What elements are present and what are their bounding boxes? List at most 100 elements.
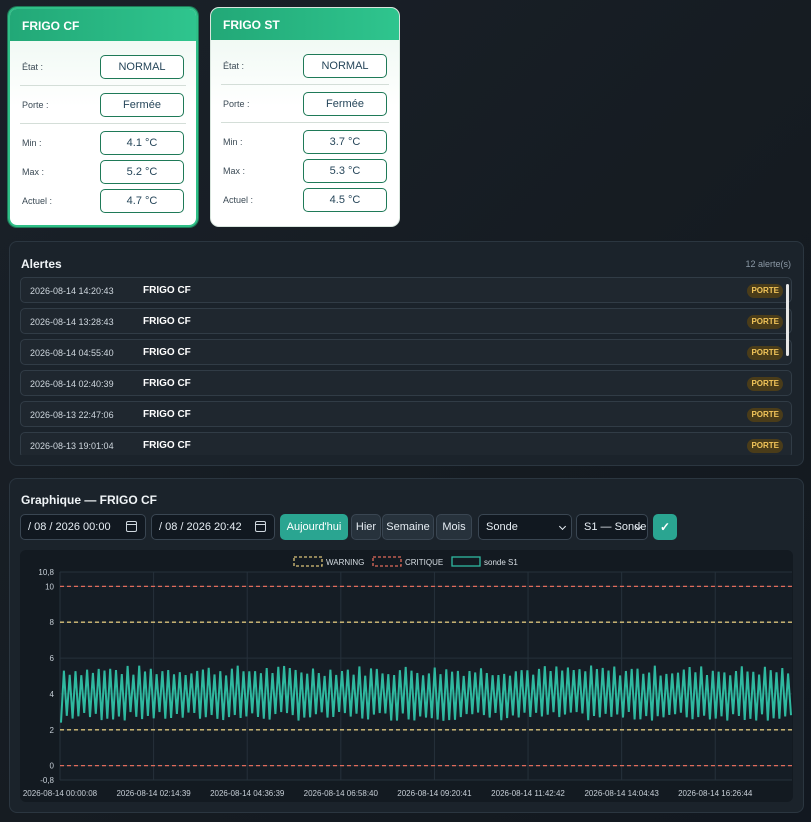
- device-field-label: Min :: [22, 138, 42, 148]
- legend-label: sonde S1: [484, 558, 518, 567]
- month-button[interactable]: Mois: [436, 514, 472, 540]
- date-to-input[interactable]: / 08 / 2026 20:42: [151, 514, 275, 540]
- calendar-icon[interactable]: [126, 521, 137, 532]
- alert-row[interactable]: 2026-08-14 02:40:39 FRIGO CF PORTE: [20, 370, 792, 396]
- device-card-row: État : NORMAL: [211, 53, 399, 79]
- device-field-value: 3.7 °C: [303, 130, 387, 154]
- y-tick-label: 10,8: [38, 568, 54, 577]
- device-field-value: 4.1 °C: [100, 131, 184, 155]
- alerts-list[interactable]: 2026-08-14 14:20:43 FRIGO CF PORTE 2026-08-…: [20, 277, 792, 455]
- device-field-value: 5.3 °C: [303, 159, 387, 183]
- alerts-panel: Alertes 12 alerte(s) 2026-08-14 14:20:43…: [9, 241, 804, 466]
- device-field-value: 4.7 °C: [100, 189, 184, 213]
- date-to-value: / 08 / 2026 20:42: [159, 521, 242, 533]
- device-field-label: Porte :: [223, 99, 250, 109]
- device-field-label: Actuel :: [223, 195, 254, 205]
- source-select-value: Sonde: [486, 521, 518, 533]
- device-field-value: NORMAL: [303, 54, 387, 78]
- device-field-value: NORMAL: [100, 55, 184, 79]
- device-card-row: État : NORMAL: [10, 54, 196, 80]
- alert-device: FRIGO CF: [143, 347, 191, 358]
- y-tick-label: 6: [50, 654, 55, 663]
- x-tick-label: 2026-08-14 00:00:08: [23, 789, 98, 798]
- device-field-label: Actuel :: [22, 196, 53, 206]
- x-tick-label: 2026-08-14 11:42:42: [491, 789, 565, 798]
- alert-type-badge: PORTE: [747, 439, 783, 453]
- alert-type-badge: PORTE: [747, 377, 783, 391]
- device-field-value: 4.5 °C: [303, 188, 387, 212]
- device-card[interactable]: FRIGO ST État : NORMAL Porte : Fermée Min : 3.…: [210, 7, 400, 227]
- alert-time: 2026-08-13 19:01:04: [30, 441, 114, 451]
- device-field-label: Min :: [223, 137, 243, 147]
- device-field-value: 5.2 °C: [100, 160, 184, 184]
- x-tick-label: 2026-08-14 02:14:39: [116, 789, 191, 798]
- legend-swatch: [372, 556, 402, 567]
- device-card-row: Porte : Fermée: [211, 91, 399, 117]
- legend-label: CRITIQUE: [405, 558, 443, 567]
- alert-time: 2026-08-13 22:47:06: [30, 410, 114, 420]
- device-card[interactable]: FRIGO CF État : NORMAL Porte : Fermée Min : 4.…: [8, 7, 198, 227]
- alert-device: FRIGO CF: [143, 285, 191, 296]
- divider: [20, 85, 186, 86]
- device-field-label: État :: [223, 61, 245, 71]
- alert-device: FRIGO CF: [143, 409, 191, 420]
- x-tick-label: 2026-08-14 14:04:43: [584, 789, 659, 798]
- apply-button[interactable]: ✓: [653, 514, 677, 540]
- graph-panel: Graphique — FRIGO CF / 08 / 2026 00:00 /…: [9, 478, 804, 813]
- alert-time: 2026-08-14 13:28:43: [30, 317, 114, 327]
- alert-row[interactable]: 2026-08-14 14:20:43 FRIGO CF PORTE: [20, 277, 792, 303]
- device-field-value: Fermée: [100, 93, 184, 117]
- date-from-value: / 08 / 2026 00:00: [28, 521, 111, 533]
- device-field-label: Porte :: [22, 100, 49, 110]
- alert-row[interactable]: 2026-08-14 13:28:43 FRIGO CF PORTE: [20, 308, 792, 334]
- device-field-label: Max :: [223, 166, 246, 176]
- alerts-count: 12 alerte(s): [745, 259, 791, 269]
- divider: [221, 122, 389, 123]
- temperature-chart: 10,8 10 8 6 4 2 0 -0,8 2026-08-14 00:00:08 2026-0…: [23, 556, 792, 798]
- alert-row[interactable]: 2026-08-14 04:55:40 FRIGO CF PORTE: [20, 339, 792, 365]
- probe-select[interactable]: S1 — Sonde: [576, 514, 648, 540]
- source-select[interactable]: Sonde: [478, 514, 572, 540]
- y-tick-label: 8: [50, 618, 55, 627]
- alert-row[interactable]: 2026-08-13 19:01:04 FRIGO CF PORTE: [20, 432, 792, 455]
- y-tick-label: 0: [50, 762, 55, 771]
- device-field-label: Max :: [22, 167, 45, 177]
- alert-device: FRIGO CF: [143, 378, 191, 389]
- x-tick-label: 2026-08-14 06:58:40: [304, 789, 379, 798]
- alert-time: 2026-08-14 02:40:39: [30, 379, 114, 389]
- alert-type-badge: PORTE: [747, 315, 783, 329]
- alert-device: FRIGO CF: [143, 440, 191, 451]
- device-card-row: Min : 3.7 °C: [211, 129, 399, 155]
- y-tick-label: 2: [50, 726, 55, 735]
- week-button[interactable]: Semaine: [382, 514, 434, 540]
- legend-swatch: [293, 556, 323, 567]
- y-tick-label: 4: [50, 690, 55, 699]
- chart-area: 10,8 10 8 6 4 2 0 -0,8 2026-08-14 00:00:08 2026-0…: [20, 550, 793, 802]
- alerts-scrollbar[interactable]: [786, 284, 789, 356]
- y-tick-label: -0,8: [40, 776, 54, 785]
- alert-time: 2026-08-14 14:20:43: [30, 286, 114, 296]
- x-tick-label: 2026-08-14 16:26:44: [678, 789, 753, 798]
- device-field-label: État :: [22, 62, 44, 72]
- yesterday-button[interactable]: Hier: [351, 514, 381, 540]
- plot-background: [60, 572, 792, 780]
- alert-type-badge: PORTE: [747, 284, 783, 298]
- device-card-title: FRIGO ST: [211, 8, 399, 40]
- divider: [20, 123, 186, 124]
- device-field-value: Fermée: [303, 92, 387, 116]
- alert-type-badge: PORTE: [747, 346, 783, 360]
- today-button[interactable]: Aujourd'hui: [280, 514, 348, 540]
- alert-row[interactable]: 2026-08-13 22:47:06 FRIGO CF PORTE: [20, 401, 792, 427]
- legend-swatch: [451, 556, 481, 567]
- device-card-title: FRIGO CF: [10, 9, 196, 41]
- alerts-title: Alertes: [21, 257, 62, 271]
- device-card-row: Max : 5.2 °C: [10, 159, 196, 185]
- alert-device: FRIGO CF: [143, 316, 191, 327]
- date-from-input[interactable]: / 08 / 2026 00:00: [20, 514, 146, 540]
- device-card-row: Min : 4.1 °C: [10, 130, 196, 156]
- y-tick-label: 10: [45, 582, 54, 591]
- device-card-row: Max : 5.3 °C: [211, 158, 399, 184]
- alert-time: 2026-08-14 04:55:40: [30, 348, 114, 358]
- x-tick-label: 2026-08-14 09:20:41: [397, 789, 472, 798]
- calendar-icon[interactable]: [255, 521, 266, 532]
